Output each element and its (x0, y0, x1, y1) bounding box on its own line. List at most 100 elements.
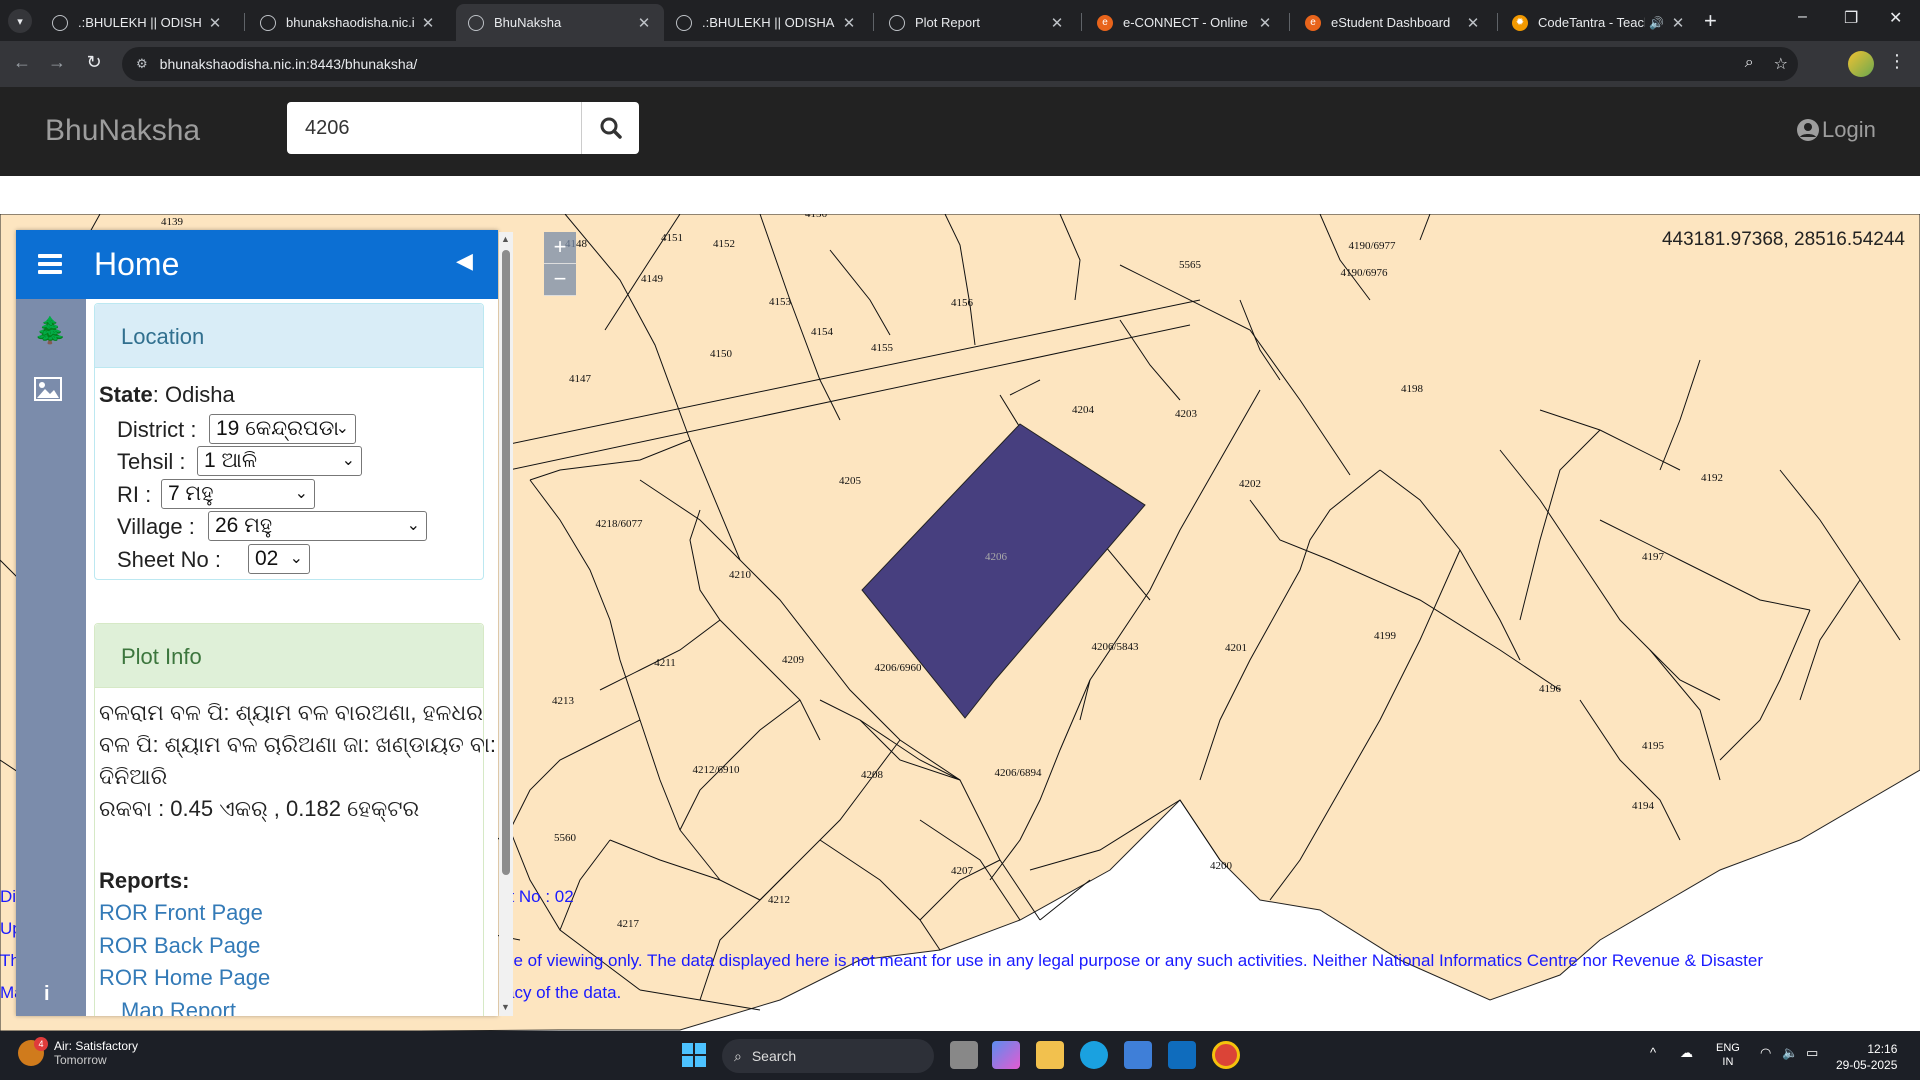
close-icon[interactable]: ✕ (420, 14, 436, 32)
file-explorer-icon[interactable] (1036, 1041, 1064, 1069)
login-label: Login (1822, 117, 1876, 142)
close-icon[interactable]: ✕ (1257, 14, 1273, 32)
tab-title: CodeTantra - Teach & (1538, 15, 1645, 30)
task-view-icon[interactable] (950, 1041, 978, 1069)
village-select[interactable]: 26 ମହୁ ⌄ (208, 511, 427, 541)
close-icon[interactable]: ✕ (841, 14, 857, 32)
owner-line-2: ବଳ ପି: ଶ୍ୟାମ ବଳ ଚାରିଅଣା ଜା: ଖଣ୍ଡାୟତ ବା: (99, 732, 497, 757)
ror-home-page-link[interactable]: ROR Home Page (99, 965, 270, 991)
copilot-icon[interactable] (992, 1041, 1020, 1069)
browser-tab-7[interactable]: e eStudent Dashboard ✕ (1293, 4, 1493, 41)
user-icon (1797, 119, 1819, 141)
close-icon[interactable]: ✕ (1465, 14, 1481, 32)
tab-title: bhunakshaodisha.nic.in (286, 15, 414, 30)
panel-body: Location State: Odisha District : 19 କେନ… (86, 299, 498, 1016)
system-clock[interactable]: 12:16 29-05-2025 (1836, 1041, 1897, 1073)
close-icon[interactable]: ✕ (207, 14, 223, 32)
close-icon[interactable]: ✕ (1670, 14, 1686, 32)
area-text: ରକବା : 0.45 ଏକର୍ , 0.182 ହେକ୍ଟର (99, 796, 420, 821)
tree-icon[interactable]: 🌲 (34, 315, 66, 346)
weather-sub: Tomorrow (54, 1053, 107, 1067)
plot-number-label: 4198 (1401, 383, 1423, 395)
window-close-icon[interactable]: ✕ (1889, 8, 1902, 28)
search-icon: ⌕ (734, 1047, 742, 1064)
plot-search-input[interactable] (287, 102, 581, 154)
collapse-panel-icon[interactable]: ◀ (456, 248, 473, 274)
close-icon[interactable]: ✕ (636, 14, 652, 32)
browser-tab-2[interactable]: bhunakshaodisha.nic.in ✕ (248, 4, 448, 41)
search-button[interactable] (581, 102, 639, 154)
taskbar-search[interactable]: ⌕ Search (722, 1039, 934, 1073)
browser-tab-3-active[interactable]: BhuNaksha ✕ (456, 4, 664, 41)
browser-menu-icon[interactable]: ⋮ (1888, 51, 1906, 72)
browser-tab-8[interactable]: ✹ CodeTantra - Teach & 🔊 ✕ (1500, 4, 1698, 41)
minimize-icon[interactable]: – (1798, 8, 1807, 26)
zoom-icon[interactable]: ⌕ (1745, 54, 1754, 74)
back-icon[interactable]: ← (10, 52, 34, 73)
reload-icon[interactable]: ↻ (82, 52, 106, 73)
onedrive-icon[interactable]: ☁ (1680, 1045, 1693, 1061)
globe-icon (889, 14, 905, 31)
tab-search-button[interactable]: ▾ (8, 9, 32, 33)
edge-icon[interactable] (1080, 1041, 1108, 1069)
district-select[interactable]: 19 କେନ୍ଦ୍ରପଡା ⌄ (209, 414, 356, 444)
plot-number-label: 4190/6976 (1340, 267, 1388, 279)
weather-title: Air: Satisfactory (54, 1039, 139, 1053)
location-heading: Location (95, 304, 483, 368)
outlook-icon[interactable] (1168, 1041, 1196, 1069)
speaker-icon[interactable]: 🔊 (1649, 16, 1664, 30)
language-indicator[interactable]: ENG IN (1716, 1041, 1740, 1069)
chevron-down-icon: ⌄ (406, 517, 420, 534)
ri-select[interactable]: 7 ମହୁ ⌄ (161, 479, 315, 509)
sheet-select[interactable]: 02 ⌄ (248, 544, 310, 574)
menu-icon[interactable] (38, 254, 62, 278)
url-field[interactable]: ⚙ bhunakshaodisha.nic.in:8443/bhunaksha/… (122, 47, 1798, 81)
weather-widget[interactable]: 4 Air: Satisfactory Tomorrow (18, 1037, 139, 1067)
globe-icon (260, 14, 276, 31)
bookmark-star-icon[interactable]: ☆ (1774, 54, 1788, 74)
wifi-icon[interactable]: ◠ (1760, 1045, 1771, 1061)
plot-number-label: 4203 (1175, 408, 1197, 420)
ror-back-page-link[interactable]: ROR Back Page (99, 933, 260, 959)
village-label: Village : (117, 514, 195, 539)
forward-icon[interactable]: → (45, 52, 69, 73)
map-report-link[interactable]: Map Report (121, 998, 236, 1016)
info-icon[interactable]: i (44, 983, 50, 1006)
state-row: State: Odisha (99, 382, 235, 408)
plot-number-label: 4212/6910 (692, 764, 740, 776)
image-icon[interactable] (34, 377, 62, 408)
reports-heading: Reports: (99, 868, 190, 893)
login-link[interactable]: Login (1796, 117, 1876, 143)
tray-overflow-icon[interactable]: ^ (1650, 1045, 1656, 1060)
scroll-up-icon[interactable]: ▲ (501, 234, 510, 244)
scroll-down-icon[interactable]: ▼ (501, 1002, 510, 1012)
zoom-out-button[interactable]: − (544, 264, 576, 296)
plot-number-label: 4147 (569, 373, 591, 385)
zoom-in-button[interactable]: + (544, 232, 576, 264)
browser-tab-5[interactable]: Plot Report ✕ (877, 4, 1077, 41)
new-tab-button[interactable]: + (1704, 8, 1717, 34)
browser-tab-1[interactable]: .:BHULEKH || ODISHA:. ✕ (40, 4, 235, 41)
site-info-icon[interactable]: ⚙ (136, 56, 148, 72)
plot-number-label: 4206 (985, 551, 1007, 563)
weather-icon: 4 (18, 1037, 48, 1066)
volume-icon[interactable]: 🔈 (1782, 1045, 1798, 1061)
browser-tab-6[interactable]: e e-CONNECT - Online Port ✕ (1085, 4, 1285, 41)
globe-icon (676, 14, 692, 31)
profile-avatar[interactable] (1848, 51, 1874, 77)
plot-number-label: 4202 (1239, 478, 1261, 490)
store-icon[interactable] (1124, 1041, 1152, 1069)
close-icon[interactable]: ✕ (1049, 14, 1065, 32)
tehsil-select[interactable]: 1 ଆଳି ⌄ (197, 446, 362, 476)
brand-logo[interactable]: BhuNaksha (45, 114, 200, 148)
battery-icon[interactable]: ▭ (1806, 1045, 1818, 1061)
chrome-icon[interactable] (1212, 1041, 1240, 1069)
scrollbar-thumb[interactable] (502, 250, 510, 875)
restore-icon[interactable]: ❐ (1844, 8, 1858, 28)
location-card: Location State: Odisha District : 19 କେନ… (94, 303, 484, 580)
plot-number-label: 4213 (552, 695, 574, 707)
panel-scrollbar[interactable]: ▲ ▼ (499, 232, 513, 1016)
ror-front-page-link[interactable]: ROR Front Page (99, 900, 263, 926)
windows-start-icon[interactable] (680, 1041, 708, 1069)
browser-tab-4[interactable]: .:BHULEKH || ODISHA:. ✕ (664, 4, 869, 41)
